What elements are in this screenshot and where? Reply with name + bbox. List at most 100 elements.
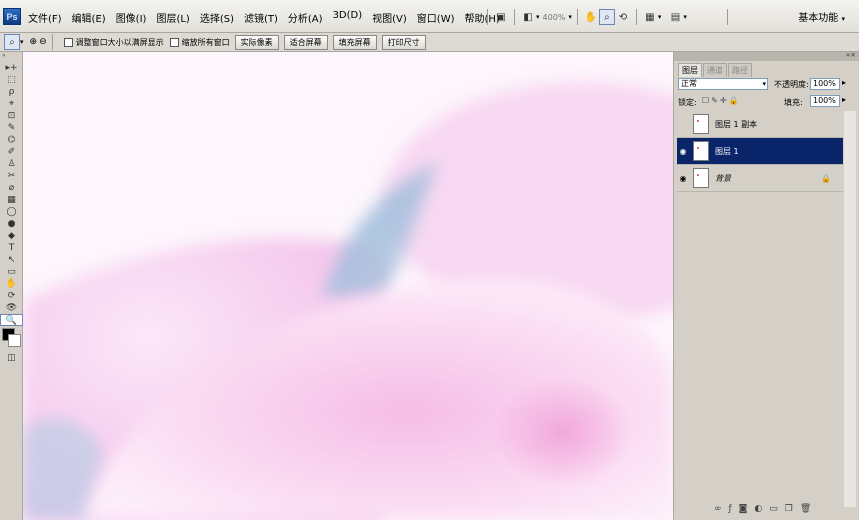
opacity-input[interactable]: 100% — [810, 78, 840, 90]
chevron-down-icon: ▾ — [841, 15, 845, 23]
zoom-all-windows-checkbox[interactable] — [169, 37, 179, 47]
blur-tool-icon[interactable]: ◯ — [0, 206, 23, 218]
layers-scrollbar[interactable] — [844, 111, 856, 507]
new-layer-icon[interactable]: ❐ — [785, 504, 800, 514]
options-bar: ⌕ ▾ ⊕ ⊖ 调整窗口大小以满屏显示 缩放所有窗口 实际像素 适合屏幕 填充屏… — [0, 33, 859, 52]
group-icon[interactable]: ▭ — [769, 504, 785, 514]
zoom-tool-icon[interactable]: 🔍 — [0, 314, 23, 326]
chevron-down-icon[interactable]: ▾ — [536, 13, 540, 21]
opacity-slider-arrow-icon[interactable]: ▸ — [842, 78, 846, 87]
mask-icon[interactable]: ◙ — [739, 504, 755, 514]
tab-layers[interactable]: 图层 — [678, 63, 702, 77]
trash-icon[interactable]: 🗑 — [800, 504, 818, 514]
layer-row[interactable]: ◉ 背景 🔒 — [677, 165, 843, 192]
collapse-icon[interactable]: » — [0, 52, 22, 62]
menu-analysis[interactable]: 分析(A) — [288, 9, 323, 26]
move-tool-icon[interactable]: ▸+ — [0, 62, 23, 74]
lock-icons[interactable]: ☐✎✛🔒 — [702, 96, 741, 105]
chevron-down-icon[interactable]: ▾ — [683, 13, 687, 21]
fill-slider-arrow-icon[interactable]: ▸ — [842, 95, 846, 104]
3d-rotate-tool-icon[interactable]: ✋ — [0, 278, 23, 290]
brush-tool-icon[interactable]: ✐ — [0, 146, 23, 158]
menu-file[interactable]: 文件(F) — [28, 9, 62, 26]
healing-brush-tool-icon[interactable]: ⌬ — [0, 134, 23, 146]
link-icon[interactable]: ∞ — [714, 504, 729, 514]
rotate-view-icon[interactable]: ⟲ — [615, 9, 631, 25]
photoshop-logo[interactable]: Ps — [3, 8, 21, 25]
layer-thumbnail — [693, 168, 709, 188]
3d-orbit-tool-icon[interactable]: ⟳ — [0, 290, 23, 302]
screen-mode-icon[interactable]: ◧ — [520, 9, 536, 25]
eraser-tool-icon[interactable]: ⌀ — [0, 182, 23, 194]
menu-view[interactable]: 视图(V) — [372, 9, 407, 26]
print-size-button[interactable]: 打印尺寸 — [381, 34, 426, 50]
layer-row[interactable]: ◉ 图层 1 — [677, 138, 843, 165]
lasso-tool-icon[interactable]: ρ — [0, 86, 23, 98]
zoom-tool-icon[interactable]: ⌕ — [598, 9, 615, 25]
resize-windows-label: 调整窗口大小以满屏显示 — [75, 37, 164, 47]
menu-layer[interactable]: 图层(L) — [156, 9, 189, 26]
arrange-documents-icon[interactable]: ▦ — [642, 9, 658, 25]
panel-menu-icon[interactable]: »× — [846, 51, 856, 59]
resize-windows-checkbox[interactable] — [63, 37, 73, 47]
eyedropper-tool-icon[interactable]: ✎ — [0, 122, 23, 134]
crop-tool-icon[interactable]: ⊡ — [0, 110, 23, 122]
layers-panel: »× 图层 通道 路径 正常 ▾ 不透明度: 100% ▸ 锁定: ☐✎✛🔒 填… — [673, 51, 859, 520]
blend-mode-select[interactable]: 正常 ▾ — [678, 78, 768, 90]
layer-row[interactable]: 图层 1 副本 — [677, 111, 843, 138]
hand-icon[interactable]: ✋ — [583, 9, 599, 25]
tab-channels[interactable]: 通道 — [703, 63, 727, 77]
shape-tool-icon[interactable]: ▭ — [0, 266, 23, 278]
type-tool-icon[interactable]: T — [0, 242, 23, 254]
hand-tool-icon[interactable]: 👁 — [0, 302, 23, 314]
clone-stamp-tool-icon[interactable]: ♙ — [0, 158, 23, 170]
adjustment-icon[interactable]: ◐ — [754, 504, 769, 514]
quick-select-tool-icon[interactable]: ⌖ — [0, 98, 23, 110]
fx-icon[interactable]: ƒ — [729, 504, 739, 514]
opacity-label: 不透明度: — [774, 80, 809, 89]
tab-paths[interactable]: 路径 — [728, 63, 752, 77]
zoom-out-icon[interactable]: ⊖ — [39, 37, 47, 47]
menu-edit[interactable]: 编辑(E) — [72, 9, 106, 26]
zoom-level-select[interactable]: 400% — [543, 13, 566, 22]
lock-label: 锁定: — [678, 98, 697, 107]
panel-header[interactable]: »× — [674, 51, 859, 61]
chevron-down-icon[interactable]: ▾ — [20, 38, 24, 46]
path-select-tool-icon[interactable]: ↖ — [0, 254, 23, 266]
menu-window[interactable]: 窗口(W) — [417, 9, 455, 26]
menu-3d[interactable]: 3D(D) — [333, 9, 363, 26]
extras-icon[interactable]: ▤ — [667, 9, 683, 25]
history-brush-tool-icon[interactable]: ✂ — [0, 170, 23, 182]
eye-icon[interactable]: ◉ — [677, 174, 689, 183]
fill-value: 100% — [813, 96, 836, 105]
background-color-swatch[interactable] — [8, 334, 21, 347]
menu-filter[interactable]: 滤镜(T) — [244, 9, 278, 26]
menu-select[interactable]: 选择(S) — [200, 9, 234, 26]
menubar-tools: ▣ ◧ ▾ 400% ▾ ✋ ⌕ ⟲ ▦ ▾ ▤ ▾ — [482, 7, 733, 27]
chevron-down-icon[interactable]: ▾ — [658, 13, 662, 21]
zoom-tool-preset-icon[interactable]: ⌕ — [4, 34, 20, 50]
eye-icon[interactable]: ◉ — [677, 147, 689, 156]
bridge-icon[interactable]: ▣ — [493, 9, 509, 25]
opacity-value: 100% — [813, 79, 836, 88]
dodge-tool-icon[interactable]: ● — [0, 218, 23, 230]
quick-mask-icon[interactable]: ◫ — [0, 352, 23, 364]
fill-input[interactable]: 100% — [810, 95, 840, 107]
gradient-tool-icon[interactable]: ▦ — [0, 194, 23, 206]
actual-pixels-button[interactable]: 实际像素 — [234, 34, 279, 50]
document-canvas[interactable] — [23, 52, 673, 520]
separator — [635, 9, 637, 25]
menu-image[interactable]: 图像(I) — [116, 9, 147, 26]
layer-thumbnail — [693, 114, 709, 134]
marquee-tool-icon[interactable]: ⬚ — [0, 74, 23, 86]
pen-tool-icon[interactable]: ◆ — [0, 230, 23, 242]
zoom-in-icon[interactable]: ⊕ — [30, 37, 38, 47]
fit-screen-button[interactable]: 适合屏幕 — [283, 34, 328, 50]
separator — [487, 9, 488, 25]
workspace-switcher[interactable]: 基本功能 ▾ — [798, 9, 845, 24]
fill-screen-button[interactable]: 填充屏幕 — [332, 34, 377, 50]
chevron-down-icon[interactable]: ▾ — [568, 13, 572, 21]
fill-label: 填充: — [784, 98, 803, 107]
separator — [51, 34, 53, 50]
canvas-image — [23, 52, 673, 520]
